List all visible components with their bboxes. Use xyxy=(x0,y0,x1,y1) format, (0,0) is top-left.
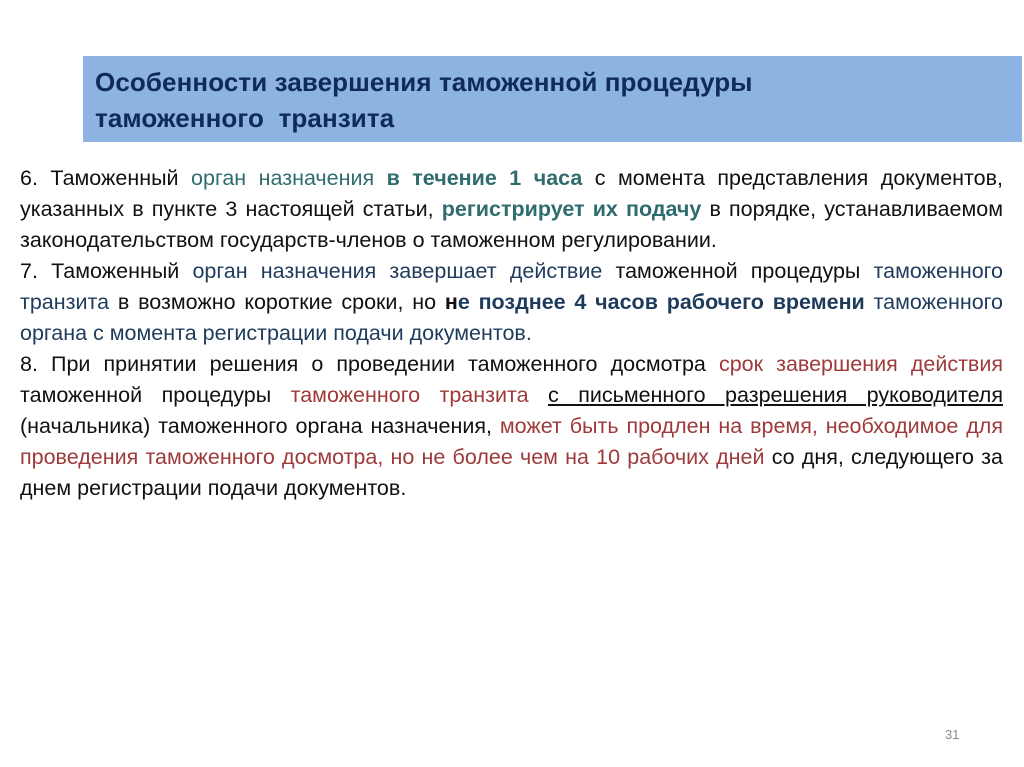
highlight-navy-bold: е позднее 4 часов рабочего времени xyxy=(457,290,865,314)
text-segment: (начальника) таможенного органа назначен… xyxy=(20,414,500,438)
paragraph-6: 6. Таможенный орган назначения в течение… xyxy=(20,163,1003,256)
highlight-red: срок завершения действия xyxy=(718,352,1003,376)
text-segment: 6. Таможенный xyxy=(20,166,192,190)
highlight-navy: орган назначения завершает действие xyxy=(192,259,603,283)
paragraph-8: 8. При принятии решения о проведении там… xyxy=(20,349,1003,504)
text-segment: в возможно короткие сроки, но xyxy=(109,290,445,314)
page-number: 31 xyxy=(945,727,960,742)
highlight-teal-bold: в течение 1 часа xyxy=(386,166,583,190)
paragraph-7: 7. Таможенный орган назначения завершает… xyxy=(20,256,1003,349)
text-segment: таможенной процедуры xyxy=(602,259,874,283)
slide-body: 6. Таможенный орган назначения в течение… xyxy=(20,163,1003,504)
slide-title-banner: Особенности завершения таможенной процед… xyxy=(83,56,1022,142)
highlight-red: таможенного транзита xyxy=(290,383,529,407)
text-segment: 7. Таможенный xyxy=(20,259,193,283)
text-segment xyxy=(529,383,548,407)
highlight-teal-bold: регистрирует их подачу xyxy=(441,197,702,221)
text-segment: 8. При принятии решения о проведении там… xyxy=(20,352,719,376)
slide-title-line-2: таможенного транзита xyxy=(95,103,395,133)
text-segment: таможенной процедуры xyxy=(20,383,291,407)
slide-title-line-1: Особенности завершения таможенной процед… xyxy=(95,67,753,97)
underlined-text: с письменного разрешения руководителя xyxy=(548,383,1003,407)
highlight-teal: орган назначения xyxy=(191,166,375,190)
highlight-black-bold: н xyxy=(444,290,458,314)
text-segment xyxy=(374,166,386,190)
